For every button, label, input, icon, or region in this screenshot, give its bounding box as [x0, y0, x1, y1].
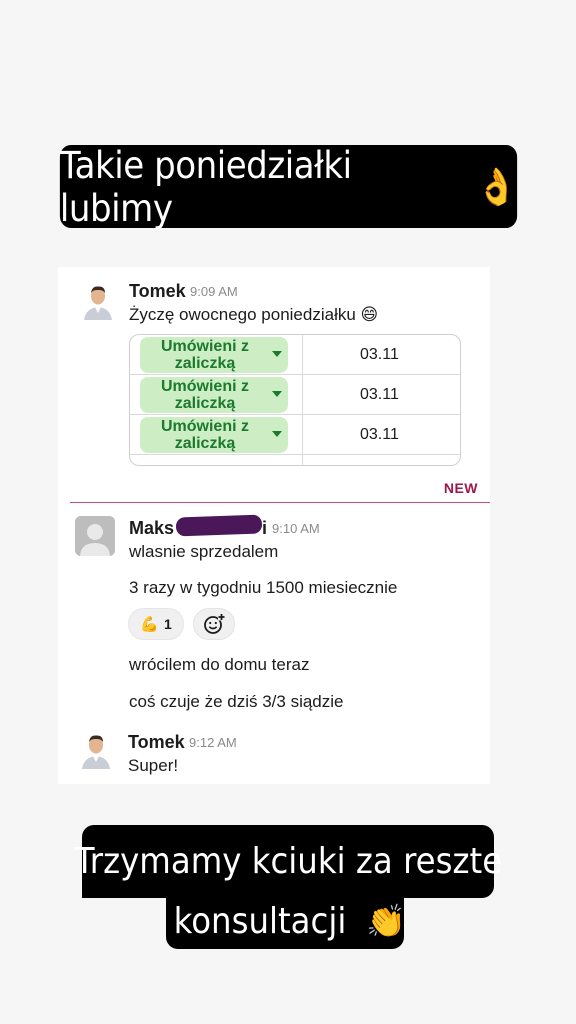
spreadsheet-image[interactable]: Umówieni z zaliczką 03.11 Umówieni z zal…: [129, 334, 461, 466]
new-messages-divider: [70, 502, 490, 503]
message-timestamp[interactable]: 9:12 AM: [189, 735, 237, 750]
add-reaction-button[interactable]: [193, 608, 235, 640]
message-timestamp[interactable]: 9:09 AM: [190, 284, 238, 299]
message-text: coś czuje że dziś 3/3 siądzie: [129, 692, 344, 711]
caption-bottom-text: konsultacji: [173, 900, 347, 942]
dropdown-caret-icon: [272, 391, 282, 397]
date-cell: 03.11: [360, 386, 399, 403]
dropdown-caret-icon: [272, 351, 282, 357]
message-author[interactable]: Tomek: [129, 281, 186, 302]
status-chip-label: zaliczką: [174, 355, 236, 372]
story-caption-bottom-line2: konsultacji 👏: [166, 893, 406, 949]
reaction-count: 1: [163, 616, 172, 632]
status-chip: Umówieni z zaliczką: [140, 377, 288, 413]
story-caption-top: Takie poniedziałki lubimy 👌: [59, 143, 518, 230]
caption-bottom-text: Trzymamy kciuki za reszte: [74, 841, 502, 882]
dropdown-caret-icon: [272, 431, 282, 437]
ok-hand-icon: 👌: [476, 166, 518, 208]
status-chip-label: Umówieni z: [160, 378, 249, 395]
message-author[interactable]: Tomek: [128, 732, 185, 753]
message-author-suffix: i: [262, 518, 268, 538]
status-chip-label: zaliczką: [174, 395, 236, 412]
avatar[interactable]: [78, 280, 118, 320]
message-text: wrócilem do domu teraz: [129, 655, 310, 674]
reaction-pill[interactable]: 💪 1: [128, 608, 184, 640]
clapping-hands-icon: 👏: [366, 902, 406, 940]
redaction-mark: [175, 514, 263, 537]
status-chip: Umówieni z zaliczką: [140, 417, 288, 453]
table-row: Umówieni z zaliczką 03.11: [130, 335, 460, 375]
status-chip: Umówieni z zaliczką: [140, 337, 288, 373]
status-chip-label: Umówieni z: [160, 338, 249, 355]
caption-top-text: Takie poniedziałki lubimy: [59, 143, 352, 230]
date-cell: 03.11: [360, 426, 399, 443]
chat-screenshot: Tomek 9:09 AM Życzę owocnego poniedziałk…: [58, 267, 490, 784]
add-reaction-icon: [204, 613, 225, 634]
status-chip-label: Umówieni z: [160, 418, 249, 435]
new-messages-label: NEW: [443, 480, 478, 496]
default-avatar-icon: [75, 516, 115, 556]
story-caption-bottom-line1: Trzymamy kciuki za reszte: [74, 825, 502, 898]
message-text: 3 razy w tygodniu 1500 miesiecznie: [129, 578, 398, 597]
avatar[interactable]: [75, 516, 115, 556]
user-avatar-icon: [76, 729, 116, 769]
table-row: Umówieni z zaliczką 03.11: [130, 375, 460, 415]
message-timestamp[interactable]: 9:10 AM: [272, 521, 320, 536]
table-row: Umówieni z zaliczką 03.11: [130, 415, 460, 455]
date-cell: 03.11: [360, 346, 399, 363]
message-text: Super!: [128, 756, 179, 775]
message-author[interactable]: Maks: [129, 518, 174, 539]
message-text: Życzę owocnego poniedziałku 😄: [129, 305, 379, 324]
avatar[interactable]: [76, 729, 116, 769]
message-text: wlasnie sprzedalem: [129, 542, 279, 561]
flexed-biceps-icon: 💪: [140, 616, 159, 633]
status-chip-label: zaliczką: [174, 435, 236, 452]
user-avatar-icon: [78, 280, 118, 320]
